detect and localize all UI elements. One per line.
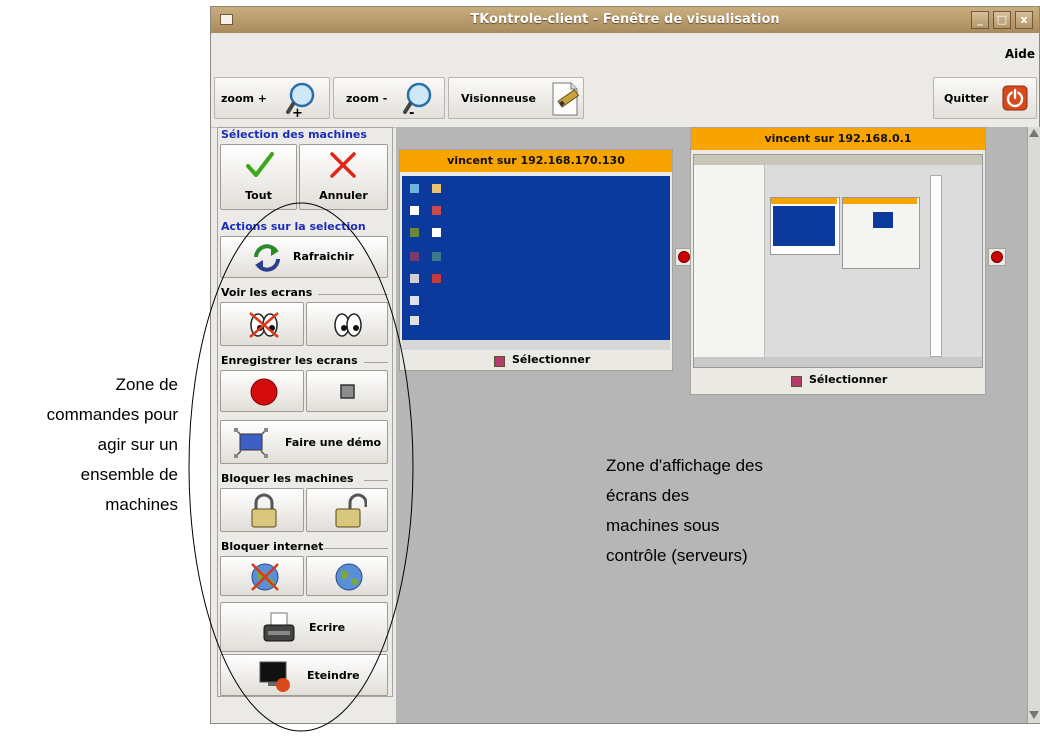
annotation-line: Zone d'affichage des	[606, 456, 763, 475]
remote-toolbox	[694, 165, 765, 359]
zoom-out-icon: -	[403, 82, 432, 118]
select-checkbox[interactable]	[791, 376, 802, 387]
viewer-icon	[552, 82, 580, 116]
red-x-icon	[330, 152, 356, 178]
record-indicator	[988, 248, 1006, 266]
remote-desktop-screen[interactable]	[693, 154, 983, 368]
close-button[interactable]: x	[1015, 11, 1033, 29]
client-title: vincent sur 192.168.0.1	[691, 128, 985, 150]
quit-power-icon	[1002, 85, 1028, 111]
remote-desktop-screen[interactable]	[402, 176, 670, 350]
desktop-icon	[432, 274, 441, 283]
menu-help[interactable]: Aide	[1005, 47, 1035, 61]
client-card: vincent sur 192.168.170.130 Sélectionner	[399, 149, 673, 371]
title-bar[interactable]: TKontrole-client - Fenêtre de visualisat…	[211, 7, 1039, 33]
remote-thumb-window	[770, 197, 840, 255]
remote-thumb-screen	[773, 206, 835, 246]
annotation-display-zone: Zone d'affichage des écrans des machines…	[606, 451, 846, 571]
remote-taskbar	[402, 340, 670, 350]
remote-thumb-header	[771, 198, 837, 204]
desktop-icon	[432, 228, 441, 237]
zoom-in-icon: +	[286, 82, 315, 118]
desktop-icon	[432, 184, 441, 193]
svg-text:+: +	[292, 106, 303, 118]
annotation-line: machines	[105, 495, 178, 514]
annotation-command-zone: Zone de commandes pour agir sur un ensem…	[0, 370, 178, 520]
select-checkbox[interactable]	[494, 356, 505, 367]
window-title: TKontrole-client - Fenêtre de visualisat…	[470, 12, 780, 27]
record-indicator-dot	[991, 251, 1003, 263]
annotation-line: ensemble de	[80, 465, 178, 484]
maximize-button[interactable]: □	[993, 11, 1011, 29]
annotation-line: agir sur un	[97, 435, 178, 454]
desktop-icon	[432, 206, 441, 215]
zoom-in-button[interactable]: zoom + +	[214, 77, 330, 119]
annotation-ellipse	[188, 202, 414, 732]
checkmark-icon	[246, 152, 274, 177]
record-indicator-dot	[678, 251, 690, 263]
annotation-line: contrôle (serveurs)	[606, 546, 748, 565]
remote-scrollbar	[930, 175, 942, 357]
svg-text:-: -	[409, 106, 414, 118]
client-title: vincent sur 192.168.170.130	[400, 150, 672, 172]
vertical-scrollbar[interactable]	[1027, 127, 1040, 723]
desktop-icon	[410, 184, 419, 193]
toolbar: zoom + + zoom - - Visionneuse Quitter	[211, 73, 1039, 128]
annotation-line: machines sous	[606, 516, 720, 535]
scroll-up-arrow[interactable]	[1029, 129, 1039, 137]
viewer-label: Visionneuse	[461, 92, 536, 105]
zoom-out-label: zoom -	[346, 92, 388, 105]
viewer-button[interactable]: Visionneuse	[448, 77, 584, 119]
quit-button[interactable]: Quitter	[933, 77, 1037, 119]
remote-thumb-window	[842, 197, 920, 269]
remote-thumb-screen	[873, 212, 893, 228]
annotation-line: commandes pour	[46, 405, 178, 424]
menu-bar: Aide	[211, 33, 1039, 74]
minimize-button[interactable]: _	[971, 11, 989, 29]
selection-section-title: Sélection des machines	[221, 128, 367, 141]
annotation-line: écrans des	[606, 486, 690, 505]
zoom-out-button[interactable]: zoom - -	[333, 77, 445, 119]
quit-label: Quitter	[944, 92, 989, 105]
remote-thumb-header	[843, 198, 917, 204]
select-label[interactable]: Sélectionner	[512, 353, 590, 366]
desktop-icon	[432, 252, 441, 261]
scroll-down-arrow[interactable]	[1029, 711, 1039, 719]
remote-window-bar	[694, 155, 982, 165]
screens-display-area: vincent sur 192.168.170.130 Sélectionner	[396, 127, 1039, 723]
client-card: vincent sur 192.168.0.1 Sélectionner	[690, 127, 986, 395]
select-label[interactable]: Sélectionner	[809, 373, 887, 386]
zoom-in-label: zoom +	[221, 92, 268, 105]
annotation-line: Zone de	[115, 375, 178, 394]
remote-taskbar	[694, 357, 982, 367]
